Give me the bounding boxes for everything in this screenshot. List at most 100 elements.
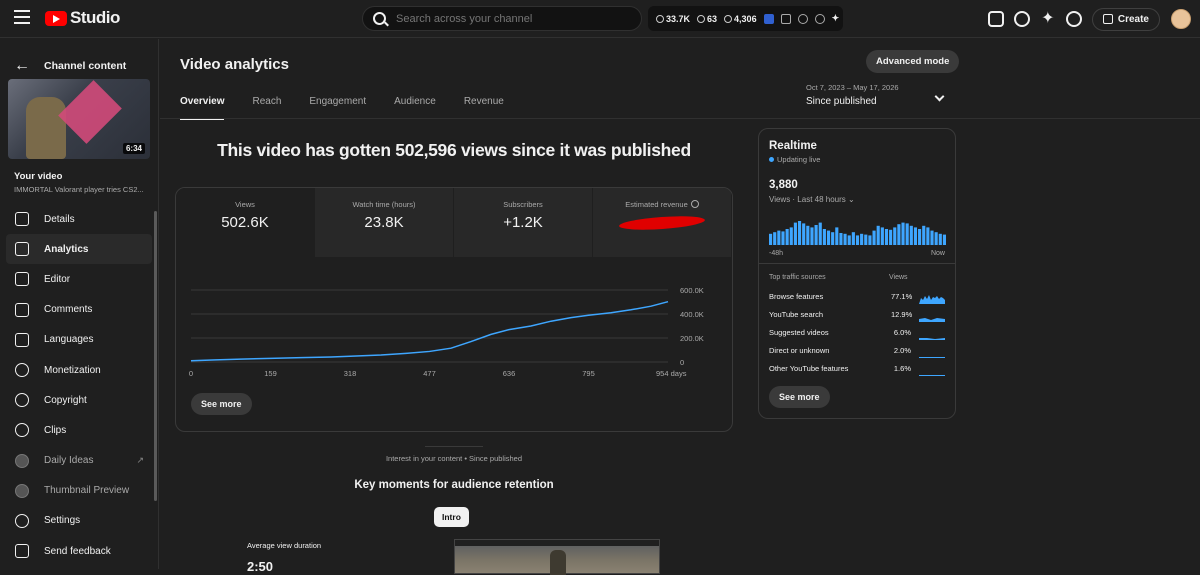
realtime-bar[interactable] xyxy=(855,235,860,245)
trophy-icon[interactable] xyxy=(797,13,808,24)
realtime-bar[interactable] xyxy=(839,233,843,245)
back-label: Channel content xyxy=(44,59,127,72)
realtime-bar[interactable] xyxy=(938,233,942,245)
realtime-bar[interactable] xyxy=(934,232,938,245)
realtime-bar[interactable] xyxy=(918,229,922,245)
sidebar-item-thumbnail-preview[interactable]: Thumbnail Preview xyxy=(6,476,152,506)
realtime-bar[interactable] xyxy=(909,225,913,245)
metric-estimated-revenue[interactable]: Estimated revenue xyxy=(593,188,732,257)
search-bar[interactable] xyxy=(362,6,642,31)
sidebar-item-daily-ideas[interactable]: Daily Ideas ↗ xyxy=(6,446,152,476)
realtime-bar[interactable] xyxy=(889,229,893,245)
help-feedback-icon[interactable] xyxy=(987,11,1004,27)
views-series-line[interactable] xyxy=(190,300,669,362)
realtime-bar[interactable] xyxy=(835,227,839,245)
intro-chip[interactable]: Intro xyxy=(434,507,469,527)
tab-revenue[interactable]: Revenue xyxy=(464,96,504,120)
realtime-bar[interactable] xyxy=(831,232,835,245)
realtime-bar[interactable] xyxy=(793,222,797,245)
sidebar-item-copyright[interactable]: Copyright xyxy=(6,385,152,415)
realtime-bar[interactable] xyxy=(851,232,855,245)
realtime-bar[interactable] xyxy=(810,227,814,245)
bell-icon[interactable] xyxy=(1065,11,1082,27)
back-to-channel-content[interactable]: ← Channel content xyxy=(0,39,158,79)
sparkle-icon[interactable]: ✦ xyxy=(1040,11,1056,27)
realtime-bar[interactable] xyxy=(930,230,934,245)
realtime-bar[interactable] xyxy=(769,233,773,245)
sparkle-icon[interactable]: ✦ xyxy=(832,13,840,24)
realtime-bar[interactable] xyxy=(897,224,901,245)
studio-logo[interactable]: Studio xyxy=(45,8,120,28)
sidebar-item-editor[interactable]: Editor xyxy=(6,264,152,294)
sidebar-item-details[interactable]: Details xyxy=(6,204,152,234)
realtime-bar[interactable] xyxy=(777,230,781,245)
rocket-icon[interactable] xyxy=(814,13,825,24)
eye-icon xyxy=(697,14,706,23)
chevron-down-icon[interactable] xyxy=(934,91,945,102)
sidebar-item-settings[interactable]: Settings xyxy=(6,506,152,536)
realtime-bar[interactable] xyxy=(880,227,884,245)
metric-watch-time[interactable]: Watch time (hours) 23.8K xyxy=(315,188,454,257)
copyright-icon xyxy=(15,393,29,408)
realtime-bar[interactable] xyxy=(901,222,905,245)
realtime-bar[interactable] xyxy=(785,229,789,245)
realtime-bar[interactable] xyxy=(893,227,897,245)
sidebar-scrollbar[interactable] xyxy=(154,211,157,501)
realtime-bar[interactable] xyxy=(913,227,918,245)
sidebar-item-send-feedback[interactable]: Send feedback xyxy=(6,536,152,566)
traffic-source-label: Browse features xyxy=(769,292,824,301)
realtime-bar[interactable] xyxy=(789,227,793,245)
realtime-bar[interactable] xyxy=(802,223,806,245)
tab-audience[interactable]: Audience xyxy=(394,96,436,120)
search-icon[interactable] xyxy=(373,12,386,25)
realtime-bar[interactable] xyxy=(843,233,847,245)
preview-figure xyxy=(550,550,566,575)
realtime-bar[interactable] xyxy=(864,234,868,245)
channel-stats-extension[interactable]: 33.7K 63 4,306 ✦ xyxy=(648,6,843,31)
date-range-picker[interactable]: Oct 7, 2023 – May 17, 2026 Since publish… xyxy=(806,83,899,107)
video-thumbnail[interactable]: 6:34 xyxy=(8,79,150,159)
realtime-bar[interactable] xyxy=(826,230,831,245)
realtime-bar[interactable] xyxy=(797,221,802,245)
sidebar-item-monetization[interactable]: Monetization xyxy=(6,355,152,385)
realtime-period-dropdown[interactable]: Views · Last 48 hours ⌄ xyxy=(769,195,855,204)
realtime-bar[interactable] xyxy=(922,225,926,245)
create-button[interactable]: Create xyxy=(1091,7,1160,31)
realtime-bar[interactable] xyxy=(868,235,872,245)
avatar[interactable] xyxy=(1171,9,1191,29)
realtime-bar[interactable] xyxy=(872,230,876,245)
realtime-bar[interactable] xyxy=(814,225,818,245)
sidebar-item-languages[interactable]: Languages xyxy=(6,325,152,355)
realtime-bar[interactable] xyxy=(926,227,930,245)
metric-subscribers[interactable]: Subscribers +1.2K xyxy=(454,188,593,257)
realtime-bar[interactable] xyxy=(818,222,822,245)
realtime-bar[interactable] xyxy=(847,235,851,245)
tab-reach[interactable]: Reach xyxy=(252,96,281,120)
video-title[interactable]: IMMORTAL Valorant player tries CS2... xyxy=(14,185,154,194)
realtime-bar[interactable] xyxy=(822,229,826,245)
metric-views[interactable]: Views 502.6K xyxy=(176,188,315,257)
realtime-bar[interactable] xyxy=(942,234,946,245)
advanced-mode-button[interactable]: Advanced mode xyxy=(866,50,960,73)
sidebar-item-comments[interactable]: Comments xyxy=(6,295,152,325)
realtime-bar[interactable] xyxy=(806,225,810,245)
realtime-bar[interactable] xyxy=(781,231,785,245)
tab-engagement[interactable]: Engagement xyxy=(309,96,366,120)
help-icon[interactable] xyxy=(1013,11,1030,27)
sidebar-item-label: Comments xyxy=(44,304,93,316)
realtime-see-more-button[interactable]: See more xyxy=(769,386,830,408)
sidebar-item-analytics[interactable]: Analytics xyxy=(6,234,152,265)
tab-overview[interactable]: Overview xyxy=(180,96,225,120)
extension-icon[interactable] xyxy=(763,13,774,24)
realtime-bar[interactable] xyxy=(773,232,777,245)
realtime-bar[interactable] xyxy=(860,233,864,245)
search-input[interactable] xyxy=(396,12,616,25)
realtime-bar[interactable] xyxy=(876,225,880,245)
realtime-bar[interactable] xyxy=(905,223,909,245)
see-more-button[interactable]: See more xyxy=(191,393,252,415)
chevron-down-icon: ⌄ xyxy=(848,195,855,204)
menu-icon[interactable] xyxy=(14,10,30,24)
extension-icon[interactable] xyxy=(780,13,791,24)
sidebar-item-clips[interactable]: Clips xyxy=(6,415,152,445)
realtime-bar[interactable] xyxy=(884,229,889,245)
